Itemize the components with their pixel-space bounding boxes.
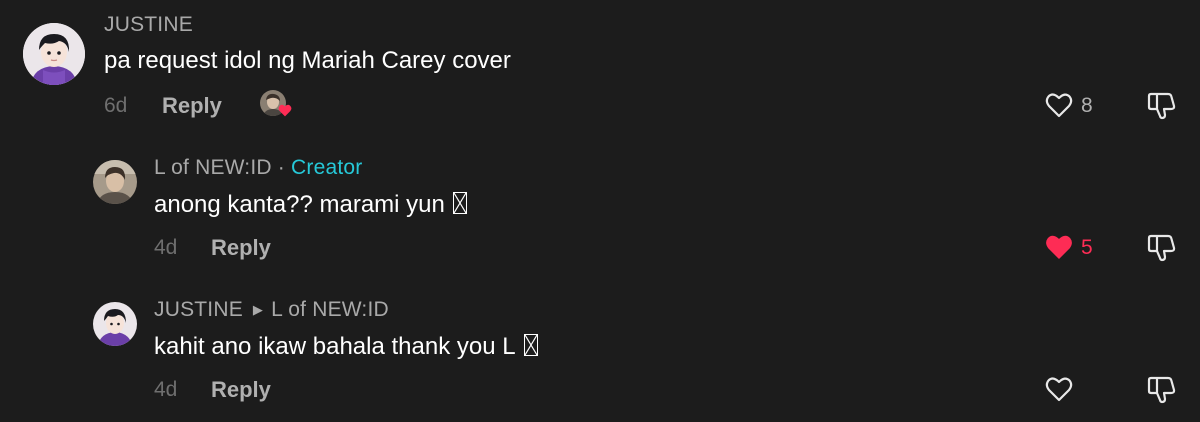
- heart-filled-icon: [278, 104, 292, 117]
- comment-author[interactable]: L of NEW:ID · Creator: [154, 156, 362, 180]
- dislike-icon[interactable]: [1146, 375, 1178, 405]
- reply-button[interactable]: Reply: [162, 93, 222, 119]
- author-name[interactable]: JUSTINE: [154, 298, 243, 321]
- avatar[interactable]: [23, 23, 85, 85]
- author-name[interactable]: JUSTINE: [104, 13, 193, 36]
- missing-emoji-glyph: [523, 334, 538, 356]
- reply-to-name[interactable]: L of NEW:ID: [271, 298, 389, 321]
- author-name[interactable]: L of NEW:ID: [154, 156, 272, 179]
- missing-emoji-glyph: [452, 192, 467, 214]
- comment-text: anong kanta?? marami yun: [154, 191, 467, 219]
- comment-time: 4d: [154, 378, 178, 401]
- comment-text-body: kahit ano ikaw bahala thank you L: [154, 333, 516, 360]
- comment-time: 6d: [104, 94, 128, 117]
- avatar[interactable]: [93, 302, 137, 346]
- comment-text: kahit ano ikaw bahala thank you L: [154, 333, 538, 361]
- comment-author[interactable]: JUSTINE ▶ L of NEW:ID: [154, 298, 389, 322]
- avatar[interactable]: [93, 160, 137, 204]
- reply-arrow-icon: ▶: [252, 302, 264, 317]
- reply-button[interactable]: Reply: [211, 377, 271, 403]
- heart-outline-icon[interactable]: [1045, 376, 1073, 402]
- comment-text: pa request idol ng Mariah Carey cover: [104, 47, 511, 74]
- dislike-icon[interactable]: [1146, 91, 1178, 121]
- dislike-icon[interactable]: [1146, 233, 1178, 263]
- name-separator: ·: [277, 156, 285, 179]
- comment-time: 4d: [154, 236, 178, 259]
- like-count: 5: [1081, 236, 1093, 259]
- comment-text-body: anong kanta?? marami yun: [154, 191, 445, 218]
- like-count: 8: [1081, 94, 1093, 117]
- heart-outline-icon[interactable]: [1045, 92, 1073, 118]
- reply-button[interactable]: Reply: [211, 235, 271, 261]
- creator-badge: Creator: [291, 156, 363, 179]
- heart-filled-icon[interactable]: [1045, 234, 1073, 260]
- comment-author[interactable]: JUSTINE: [104, 13, 193, 37]
